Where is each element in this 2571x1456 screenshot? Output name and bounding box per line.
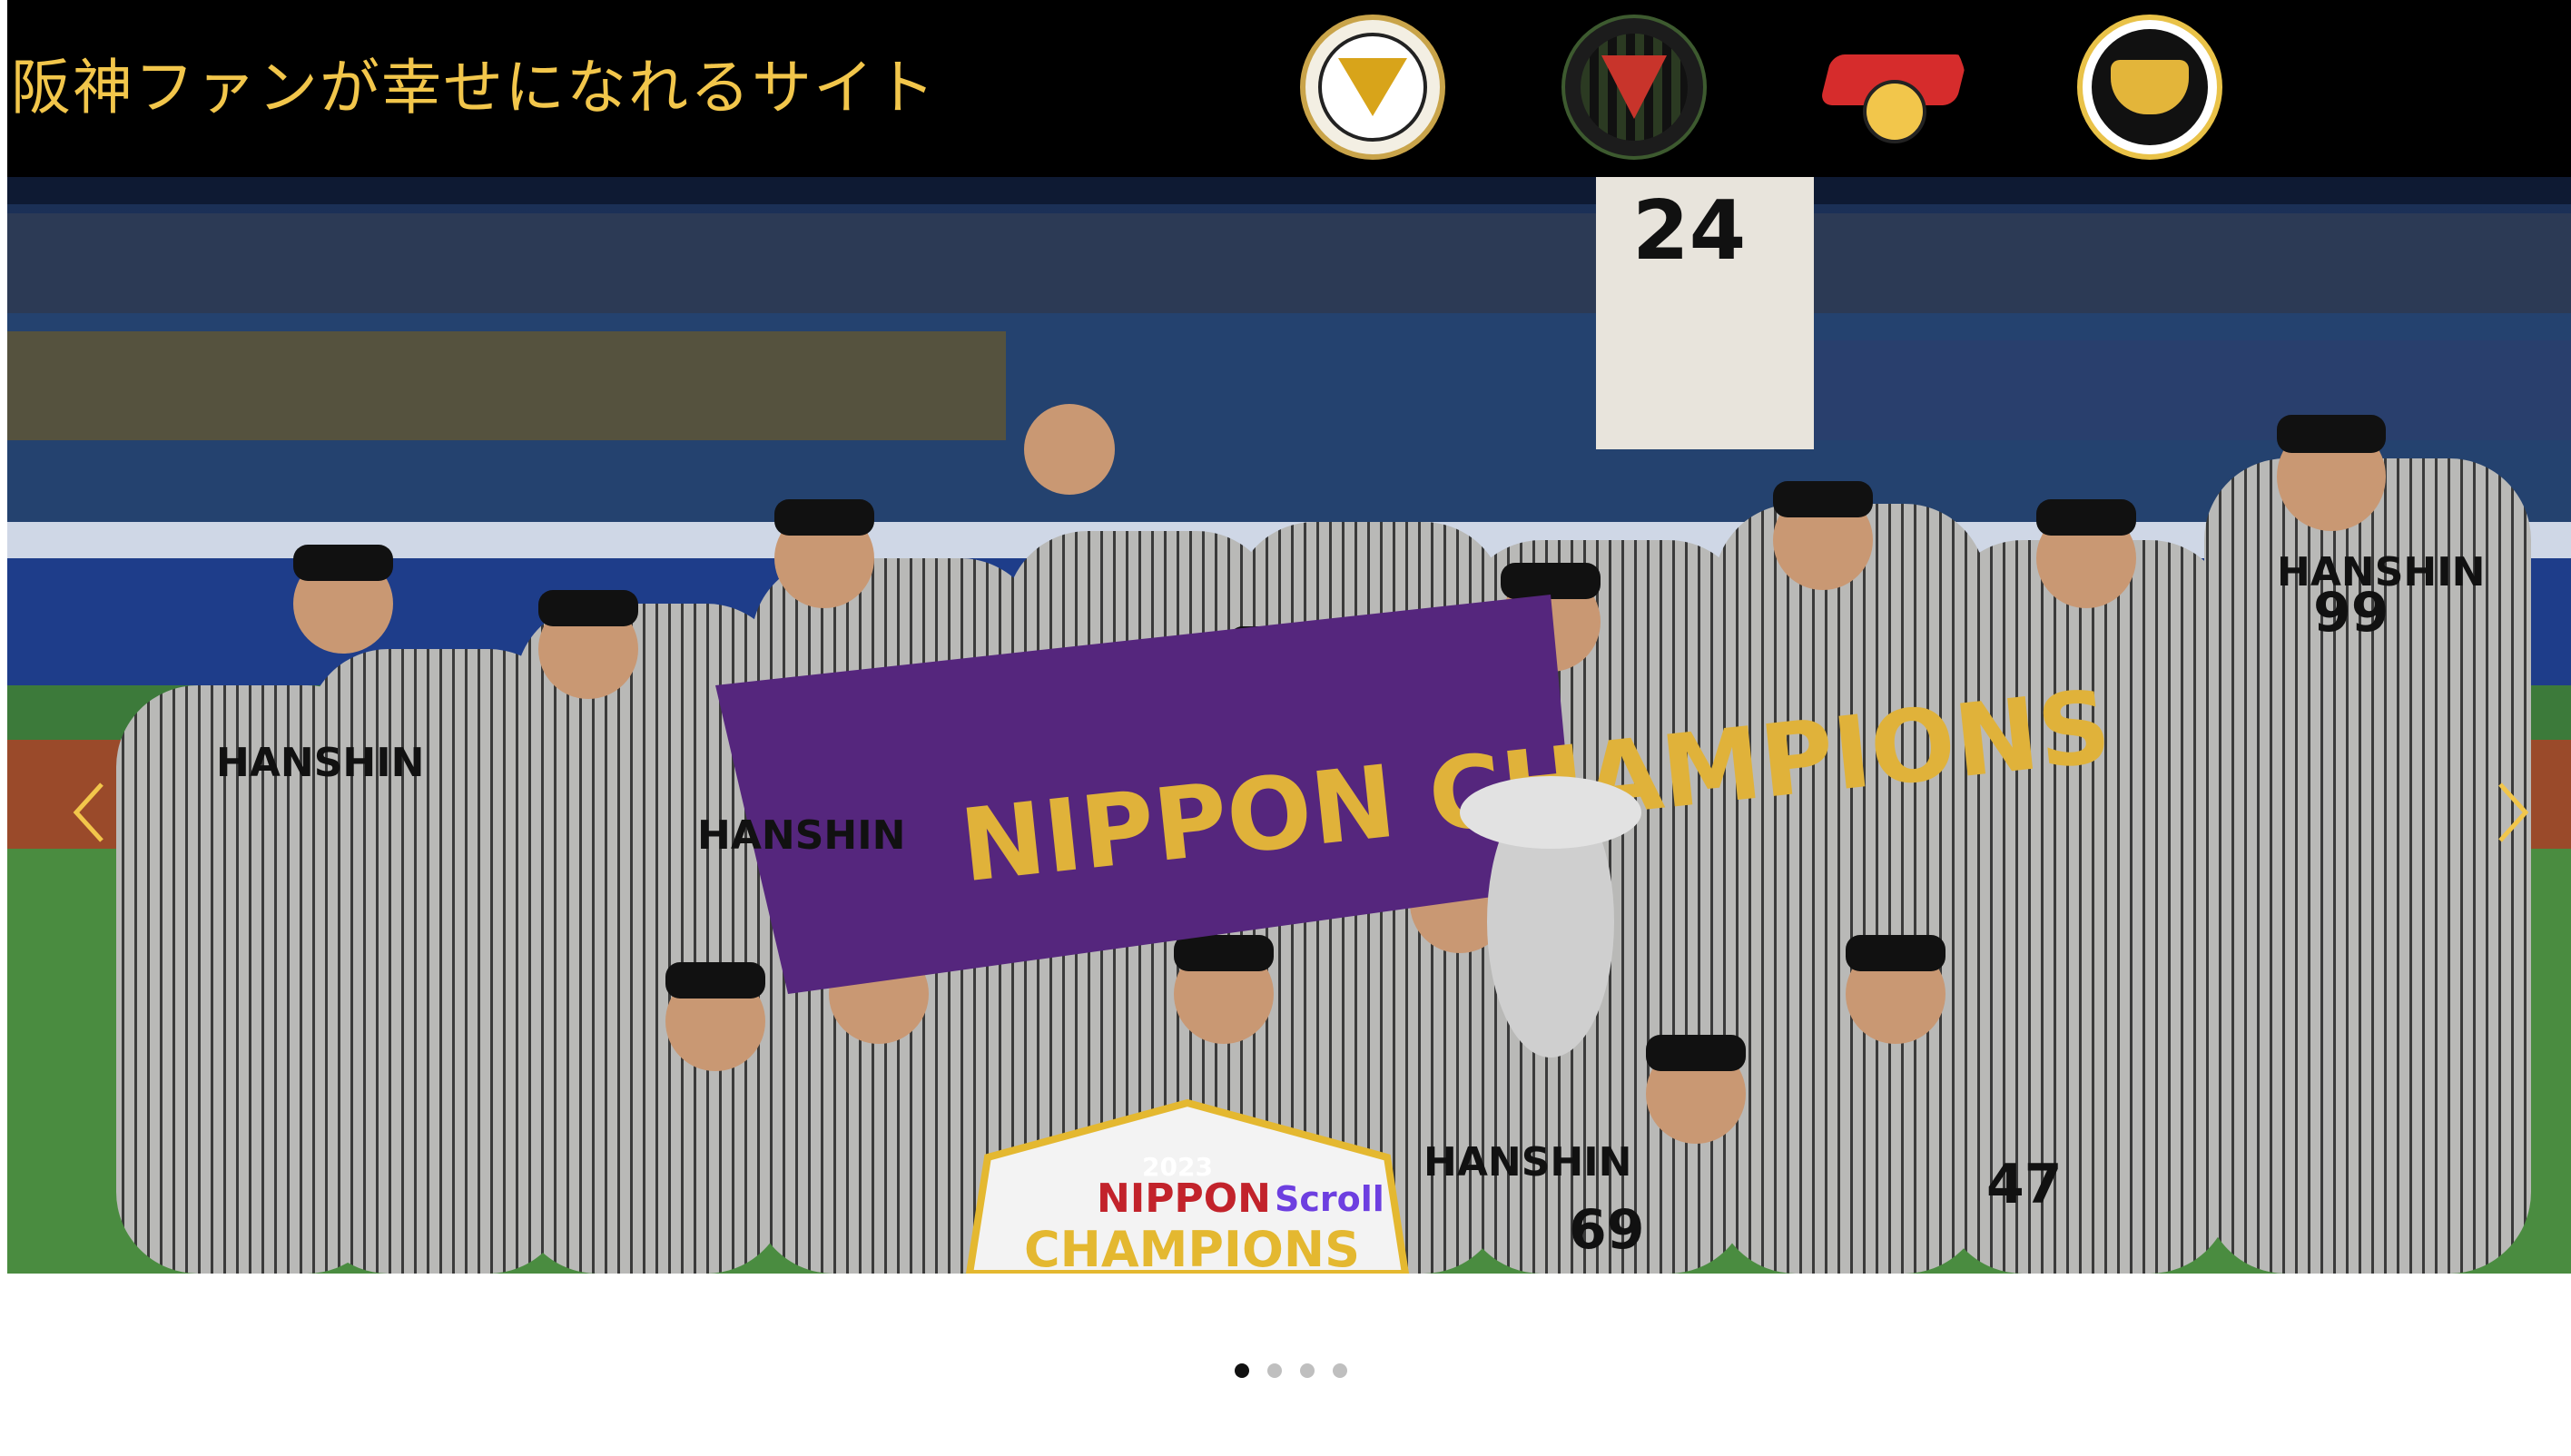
tigers-victory-logo[interactable] — [1300, 15, 1445, 160]
sign-text-bottom: CHAMPIONS — [1024, 1221, 1360, 1274]
chevron-left-icon — [73, 782, 103, 842]
tigers-2005-champions-logo[interactable] — [1821, 15, 1966, 160]
carousel-prev-button[interactable] — [62, 776, 116, 849]
sign-text-top: NIPPON — [1097, 1176, 1271, 1222]
jersey-text: HANSHIN — [216, 740, 424, 786]
logo-emblem — [2092, 29, 2208, 145]
central-league-champions-2023-logo[interactable] — [2077, 15, 2222, 160]
team-celebration-photo: NIPPON CHAMPIONS 24 99 47 69 HANSHIN HAN… — [7, 177, 2571, 1274]
jersey-number-24: 24 — [1632, 183, 1746, 279]
scroll-label: Scroll — [1275, 1179, 1384, 1219]
logo-emblem — [1318, 33, 1427, 142]
carousel-dot-1[interactable] — [1235, 1363, 1249, 1378]
carousel-pagination — [1235, 1363, 1347, 1378]
site-title[interactable]: 阪神ファンが幸せになれるサイト — [11, 47, 937, 129]
jersey-number-69: 69 — [1569, 1198, 1645, 1262]
jersey-text: HANSHIN — [1423, 1139, 1631, 1185]
carousel-dot-4[interactable] — [1333, 1363, 1347, 1378]
hanshin-tigers-2003-logo[interactable] — [1561, 15, 1707, 160]
carousel-dot-3[interactable] — [1300, 1363, 1315, 1378]
site-header: 阪神ファンが幸せになれるサイト — [7, 0, 2571, 177]
jersey-number-47: 47 — [1986, 1153, 2063, 1216]
logo-emblem — [1821, 24, 1966, 151]
logo-emblem — [1581, 34, 1688, 141]
carousel-dot-2[interactable] — [1267, 1363, 1282, 1378]
jersey-text: HANSHIN — [2277, 549, 2485, 595]
page: 阪神ファンが幸せになれるサイト NIPPON CHAMPIONS 24 99 4… — [0, 0, 2571, 1456]
chevron-right-icon — [2498, 782, 2529, 842]
carousel-next-button[interactable] — [2486, 776, 2540, 849]
jersey-text: HANSHIN — [697, 812, 905, 859]
hero-carousel[interactable]: NIPPON CHAMPIONS 24 99 47 69 HANSHIN HAN… — [7, 177, 2571, 1274]
